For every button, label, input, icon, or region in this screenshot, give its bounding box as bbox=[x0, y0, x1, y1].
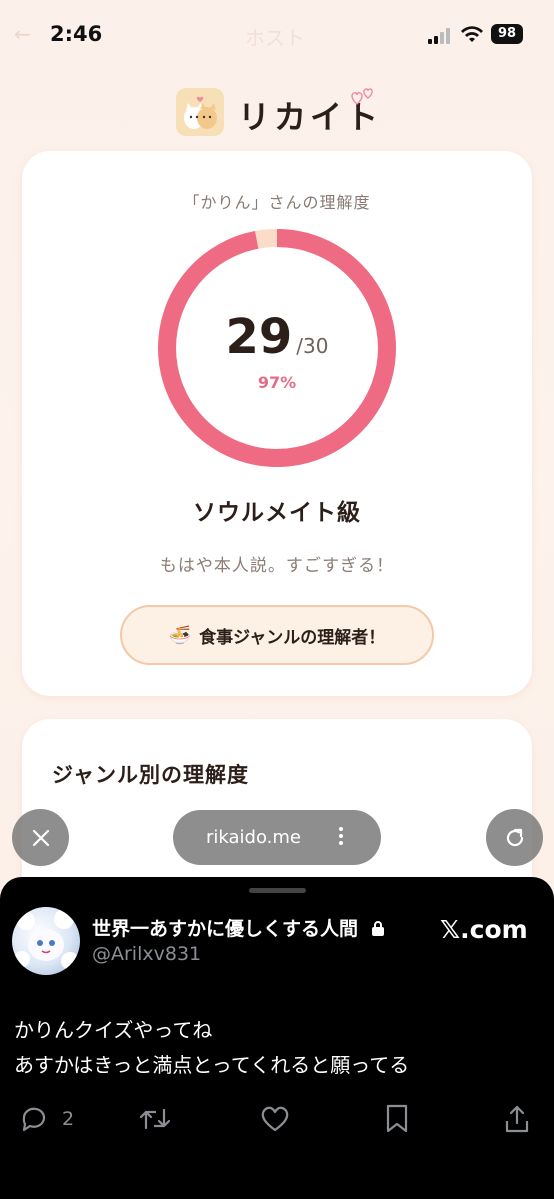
avatar[interactable] bbox=[12, 907, 80, 975]
tweet-text-line: あすかはきっと満点とってくれると願ってる bbox=[14, 1053, 410, 1077]
more-vertical-icon[interactable] bbox=[336, 824, 346, 848]
hearts-icon bbox=[351, 88, 373, 105]
page-title-faded: ホスト bbox=[245, 26, 305, 50]
heart-icon[interactable] bbox=[259, 1103, 291, 1135]
tweet-text: かりんクイズやってね あすかはきっと満点とってくれると願ってる bbox=[14, 1013, 409, 1083]
reply-count: 2 bbox=[62, 1108, 75, 1130]
lock-icon bbox=[371, 921, 384, 936]
status-bar: ← 2:46 ホスト 98 bbox=[0, 0, 554, 70]
back-arrow-icon[interactable]: ← bbox=[14, 22, 31, 46]
reload-icon bbox=[506, 828, 523, 846]
reply-icon[interactable] bbox=[18, 1103, 50, 1135]
share-icon[interactable] bbox=[503, 1103, 531, 1135]
wifi-icon bbox=[461, 26, 483, 42]
bookmark-icon[interactable] bbox=[384, 1103, 410, 1135]
rank-comment: もはや本人説。すごすぎる！ bbox=[159, 556, 395, 576]
brand-header: リカイト bbox=[0, 86, 554, 142]
score-card: 「かりん」さんの理解度 29/30 97% ソウルメイト級 もはや本人説。すごす… bbox=[22, 151, 532, 696]
tweet-text-line: かりんクイズやってね bbox=[14, 1018, 213, 1042]
url-text: rikaido.me bbox=[206, 827, 301, 848]
score-subtitle: 「かりん」さんの理解度 bbox=[183, 193, 371, 212]
score-percent: 97% bbox=[257, 373, 297, 392]
signal-icon bbox=[428, 28, 454, 44]
brand-logo-cats-icon bbox=[176, 88, 224, 136]
reload-button[interactable] bbox=[486, 809, 543, 866]
author-name-text: 世界一あすかに優しくする人間 bbox=[92, 918, 359, 940]
status-time: 2:46 bbox=[50, 22, 103, 46]
author-handle[interactable]: @Arilxv831 bbox=[92, 943, 201, 965]
battery-indicator: 98 bbox=[491, 24, 523, 44]
tweet-sheet: 世界一あすかに優しくする人間 @Arilxv831 𝕏.com かりんクイズやっ… bbox=[0, 877, 554, 1199]
sheet-grabber[interactable] bbox=[249, 888, 306, 893]
score-display: 29/30 bbox=[22, 309, 532, 365]
rank-title: ソウルメイト級 bbox=[193, 500, 361, 526]
retweet-icon[interactable] bbox=[138, 1103, 172, 1135]
author-name[interactable]: 世界一あすかに優しくする人間 bbox=[92, 914, 385, 941]
noodle-bowl-icon: 🍜 bbox=[168, 624, 192, 646]
genre-badge[interactable]: 🍜 食事ジャンルの理解者！ bbox=[120, 605, 434, 665]
close-button[interactable] bbox=[12, 809, 69, 866]
close-icon bbox=[32, 829, 49, 846]
url-bar[interactable]: rikaido.me bbox=[173, 810, 381, 865]
score-total: /30 bbox=[296, 334, 329, 358]
tweet-actions: 2 bbox=[0, 1103, 554, 1143]
genre-section-title: ジャンル別の理解度 bbox=[52, 763, 249, 787]
badge-label: 食事ジャンルの理解者！ bbox=[199, 627, 386, 648]
x-com-link[interactable]: 𝕏.com bbox=[440, 915, 528, 944]
score-value: 29 bbox=[225, 309, 293, 365]
